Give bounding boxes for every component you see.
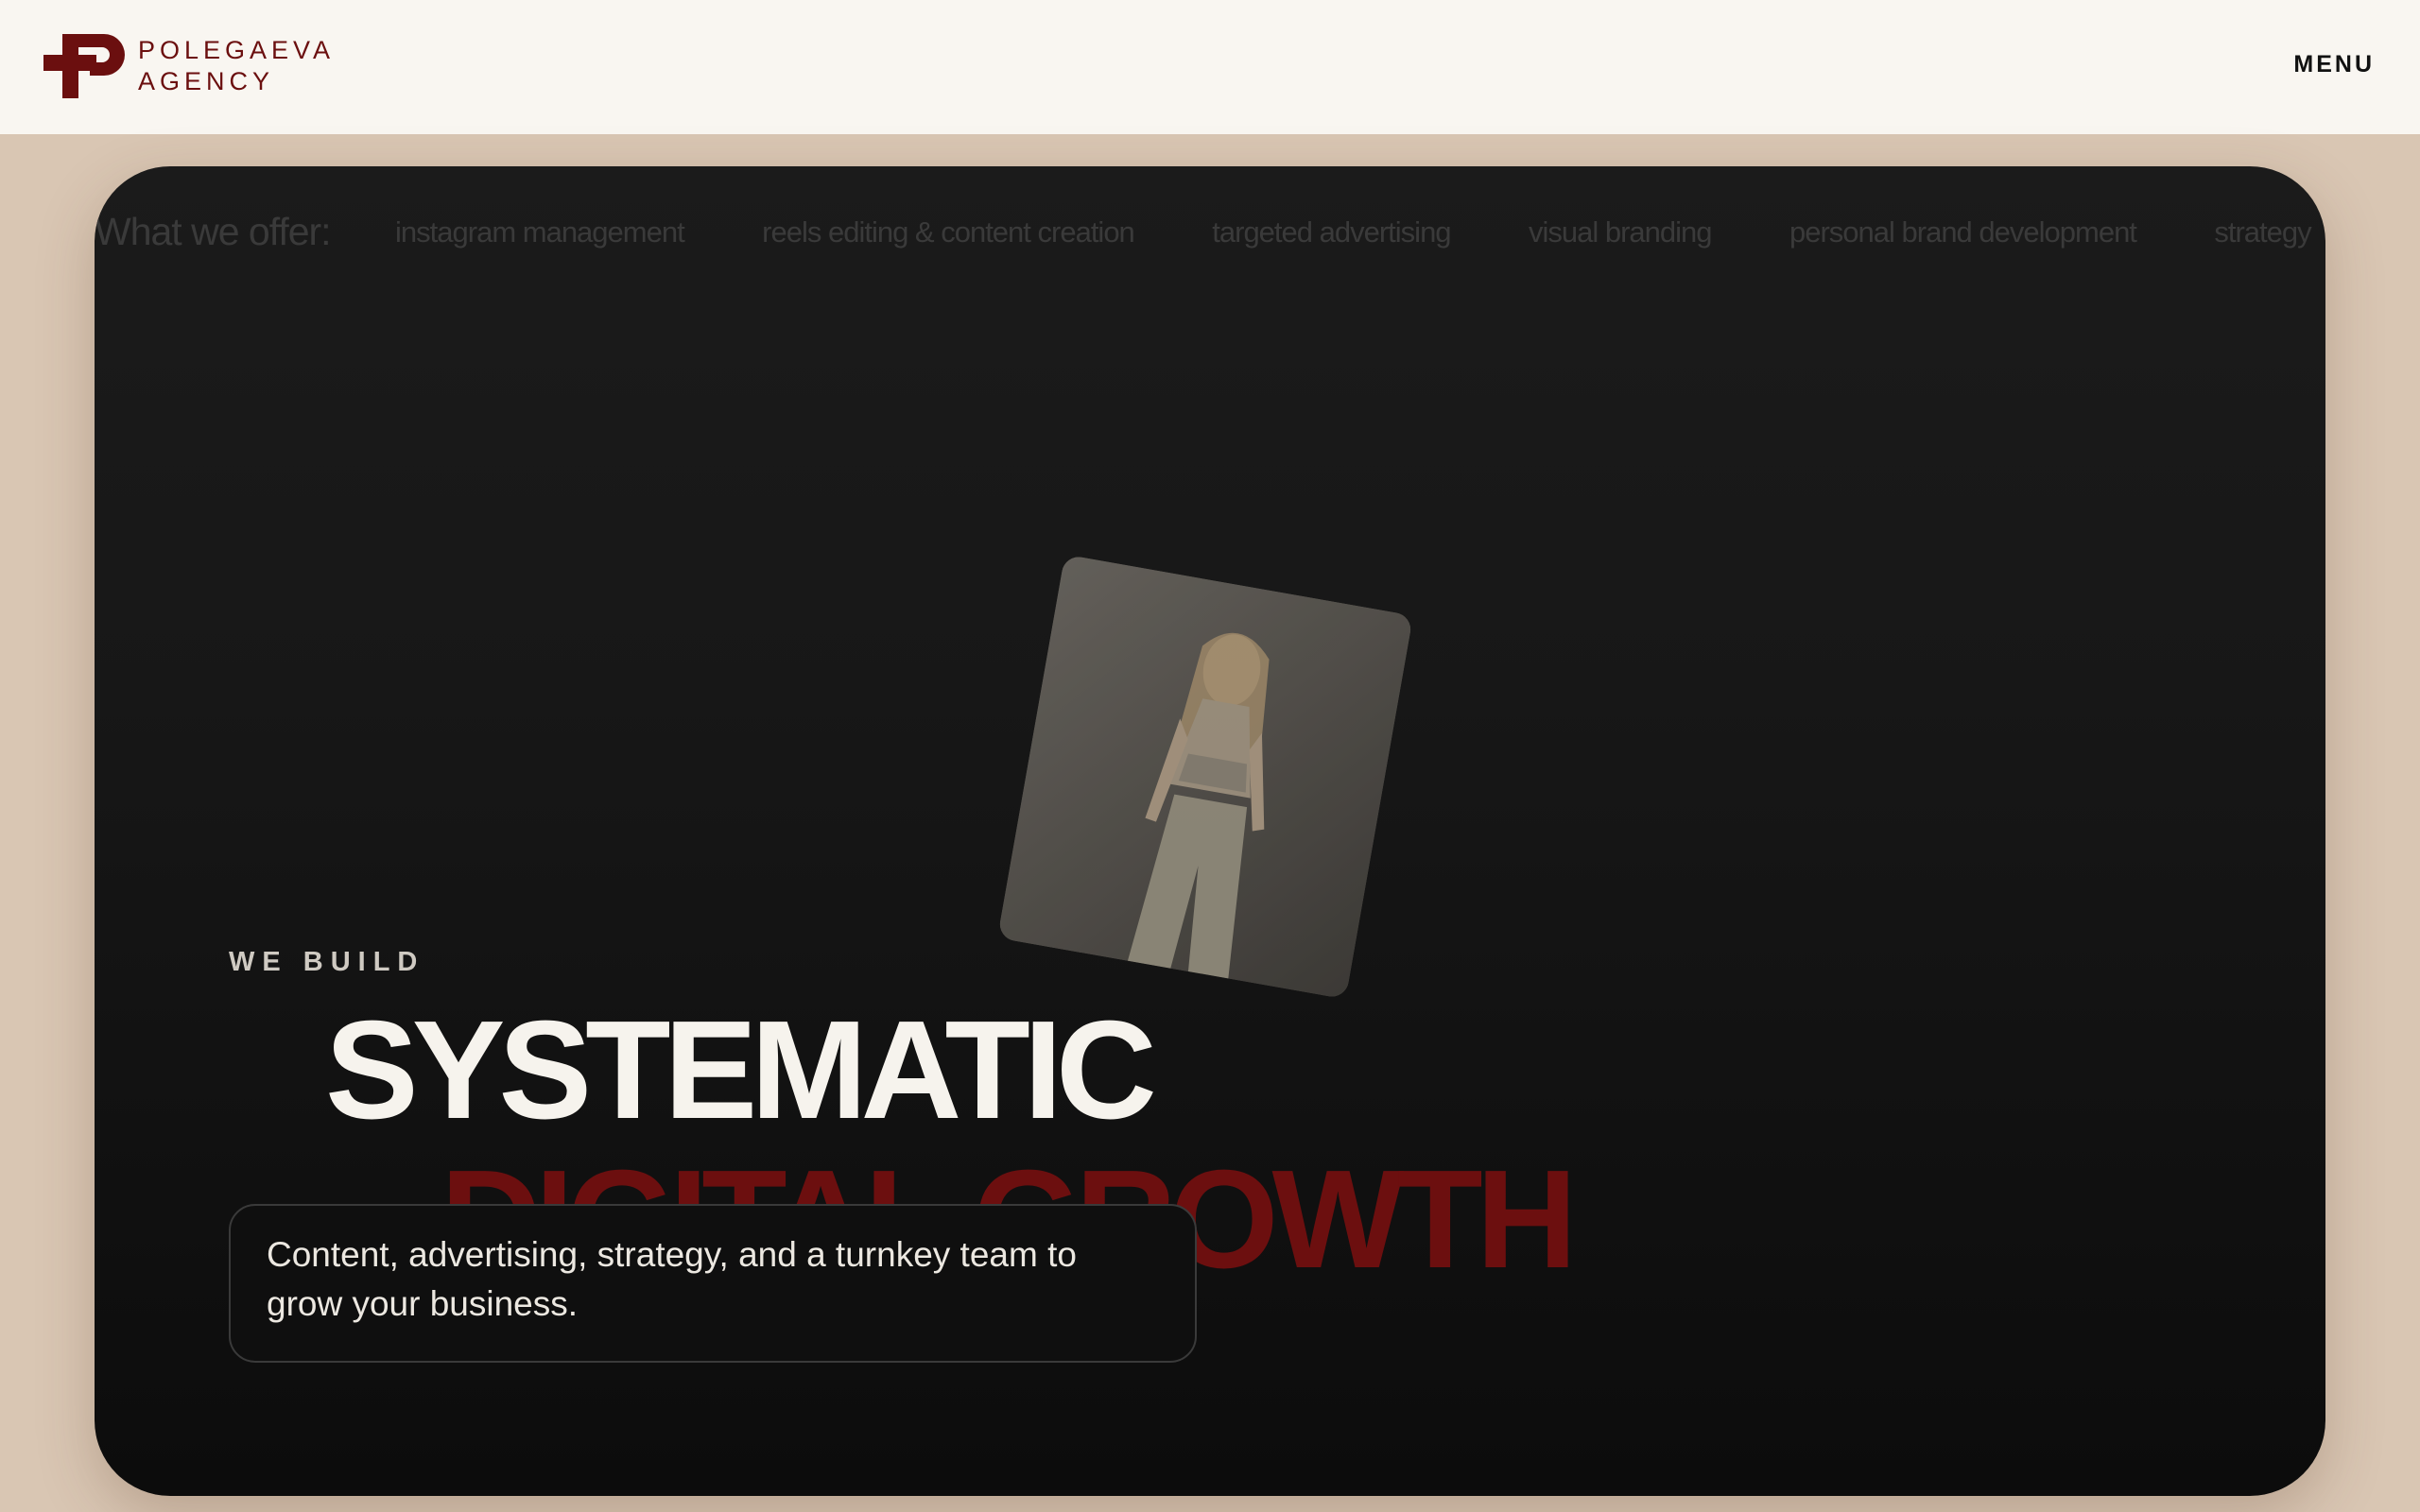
hero-headline-line-1: SYSTEMATIC — [325, 992, 1157, 1148]
cross-p-logo-icon — [43, 34, 125, 98]
services-ticker: What we offer: instagram management reel… — [95, 210, 2325, 266]
model-photo — [997, 554, 1413, 1000]
ticker-item: targeted advertising — [1212, 215, 1451, 249]
logo-line-2: AGENCY — [138, 67, 275, 95]
site-header: POLEGAEVA AGENCY MENU — [0, 0, 2420, 134]
ticker-item: instagram management — [395, 215, 685, 249]
ticker-item: strategy — [2214, 215, 2311, 249]
logo-line-1: POLEGAEVA — [138, 36, 336, 64]
hero-card: What we offer: instagram management reel… — [95, 166, 2325, 1496]
ticker-item: personal brand development — [1789, 215, 2137, 249]
hero-eyebrow: WE BUILD — [229, 947, 425, 977]
menu-button[interactable]: MENU — [2293, 51, 2375, 78]
ticker-item: visual branding — [1529, 215, 1713, 249]
ticker-item: reels editing & content creation — [762, 215, 1135, 249]
logo[interactable]: POLEGAEVA AGENCY — [43, 34, 335, 98]
logo-wordmark: POLEGAEVA AGENCY — [138, 35, 335, 97]
hero-description: Content, advertising, strategy, and a tu… — [267, 1235, 1077, 1323]
ticker-title: What we offer: — [95, 210, 332, 253]
hero-description-box: Content, advertising, strategy, and a tu… — [229, 1204, 1197, 1363]
